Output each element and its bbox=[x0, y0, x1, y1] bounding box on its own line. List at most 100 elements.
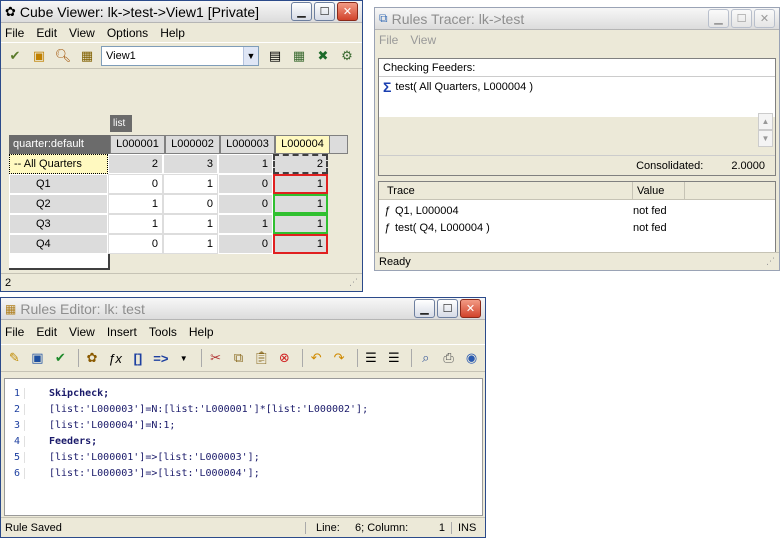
tracer-scrollbar[interactable]: ▲ ▼ bbox=[758, 113, 773, 149]
grid-cell-unfed[interactable]: 1 bbox=[273, 234, 328, 254]
close-button[interactable]: ✕ bbox=[754, 9, 775, 28]
column-header[interactable]: L000004 bbox=[275, 135, 330, 154]
indent-icon[interactable]: ☰ bbox=[362, 348, 381, 368]
menu-edit[interactable]: Edit bbox=[36, 26, 57, 40]
code-editor[interactable]: 1 Skipcheck; 2 [list:'L000003']=N:[list:… bbox=[4, 378, 483, 516]
grid-cell[interactable]: 1 bbox=[108, 214, 163, 234]
row-header[interactable]: Q1 bbox=[9, 174, 108, 194]
copy-icon[interactable]: ⧉ bbox=[229, 348, 248, 368]
code-text: Feeders; bbox=[49, 435, 98, 447]
scroll-down-icon[interactable]: ▼ bbox=[758, 130, 773, 147]
grid-cell[interactable]: 1 bbox=[163, 214, 218, 234]
grid-cell[interactable]: 0 bbox=[108, 174, 163, 194]
help-icon[interactable]: ◉ bbox=[462, 348, 481, 368]
row-header[interactable]: Q4 bbox=[9, 234, 108, 254]
maximize-button[interactable]: ☐ bbox=[437, 299, 458, 318]
check-syntax-icon[interactable]: ✔ bbox=[51, 348, 70, 368]
grid-cell[interactable]: 0 bbox=[218, 234, 273, 254]
undo-icon[interactable]: ↶ bbox=[307, 348, 326, 368]
calculator-icon[interactable]: ▤ bbox=[265, 46, 285, 66]
value-column-header[interactable]: Value bbox=[633, 182, 685, 199]
find-icon[interactable]: ⌕ bbox=[416, 348, 435, 368]
chevron-down-icon[interactable]: ▼ bbox=[174, 348, 193, 368]
view-select[interactable]: View1 ▼ bbox=[101, 45, 259, 66]
grid-cell[interactable]: 0 bbox=[108, 234, 163, 254]
resize-grip-icon[interactable]: ⋰ bbox=[349, 277, 358, 288]
grid-cell[interactable]: 0 bbox=[218, 194, 273, 214]
menu-edit[interactable]: Edit bbox=[36, 325, 57, 339]
scroll-up-icon[interactable]: ▲ bbox=[758, 113, 773, 130]
column-header[interactable]: L000001 bbox=[110, 135, 165, 154]
recalc-icon[interactable]: ✔ bbox=[5, 46, 25, 66]
grid-cell[interactable]: 3 bbox=[163, 154, 218, 174]
redo-icon[interactable]: ↷ bbox=[330, 348, 349, 368]
column-header[interactable]: L000002 bbox=[165, 135, 220, 154]
function-icon[interactable]: ƒx bbox=[106, 348, 125, 368]
menu-help[interactable]: Help bbox=[160, 26, 185, 40]
cube-viewer-titlebar[interactable]: ✿ Cube Viewer: lk->test->View1 [Private]… bbox=[1, 1, 362, 23]
grid-cell[interactable]: 2 bbox=[108, 154, 163, 174]
delete-icon[interactable]: ⊗ bbox=[275, 348, 294, 368]
excel-icon[interactable]: ✖ bbox=[313, 46, 333, 66]
maximize-button[interactable]: ☐ bbox=[314, 2, 335, 21]
rules-editor-titlebar[interactable]: ▦ Rules Editor: lk: test ▁ ☐ ✕ bbox=[1, 298, 485, 320]
row-header[interactable]: -- All Quarters bbox=[9, 154, 108, 174]
print-icon[interactable]: ⎙ bbox=[439, 348, 458, 368]
brackets-icon[interactable]: [] bbox=[128, 348, 147, 368]
grid-cell[interactable]: 1 bbox=[218, 214, 273, 234]
arrow-icon[interactable]: => bbox=[151, 348, 170, 368]
rules-tracer-titlebar[interactable]: ⧉ Rules Tracer: lk->test ▁ ☐ ✕ bbox=[375, 8, 779, 30]
menu-options[interactable]: Options bbox=[107, 26, 148, 40]
row-header[interactable]: Q3 bbox=[9, 214, 108, 234]
grid-cell[interactable]: 1 bbox=[218, 154, 273, 174]
menu-help[interactable]: Help bbox=[189, 325, 214, 339]
menu-file[interactable]: File bbox=[5, 325, 24, 339]
grid-cell-unfed[interactable]: 1 bbox=[273, 174, 328, 194]
menu-file[interactable]: File bbox=[5, 26, 24, 40]
maximize-button[interactable]: ☐ bbox=[731, 9, 752, 28]
grid-cell-fed[interactable]: 1 bbox=[273, 214, 328, 234]
column-header[interactable]: L000003 bbox=[220, 135, 275, 154]
cube-icon[interactable]: ✿ bbox=[83, 348, 102, 368]
menu-view[interactable]: View bbox=[410, 33, 436, 47]
resize-grip-icon[interactable]: ⋰ bbox=[766, 256, 775, 267]
menu-file[interactable]: File bbox=[379, 33, 398, 47]
paste-icon[interactable]: 📋︎ bbox=[252, 348, 271, 368]
outdent-icon[interactable]: ☰ bbox=[384, 348, 403, 368]
close-button[interactable]: ✕ bbox=[337, 2, 358, 21]
chevron-down-icon[interactable]: ▼ bbox=[243, 46, 258, 65]
save-view-icon[interactable]: ▣ bbox=[29, 46, 49, 66]
grid-cell[interactable]: 1 bbox=[163, 174, 218, 194]
list-item[interactable]: ƒ test( Q4, L000004 ) not fed bbox=[379, 219, 775, 236]
minimize-button[interactable]: ▁ bbox=[708, 9, 729, 28]
grid-cell[interactable]: 0 bbox=[218, 174, 273, 194]
trace-column-header[interactable]: Trace bbox=[379, 182, 633, 199]
table-icon[interactable]: ▦ bbox=[289, 46, 309, 66]
checking-item[interactable]: test( All Quarters, L000004 ) bbox=[395, 79, 533, 95]
tracer-icon: ⧉ bbox=[379, 11, 388, 25]
consolidated-label: Consolidated: bbox=[636, 159, 704, 172]
save-icon[interactable]: ▣ bbox=[28, 348, 47, 368]
grid-cell[interactable]: 0 bbox=[163, 194, 218, 214]
grid-cell-selected[interactable]: 2 bbox=[273, 154, 328, 174]
cut-icon[interactable]: ✂ bbox=[206, 348, 225, 368]
list-item[interactable]: ƒ Q1, L000004 not fed bbox=[379, 202, 775, 219]
minimize-button[interactable]: ▁ bbox=[414, 299, 435, 318]
menu-tools[interactable]: Tools bbox=[149, 325, 177, 339]
grid-cell[interactable]: 1 bbox=[108, 194, 163, 214]
options-icon[interactable]: ⚙ bbox=[337, 46, 357, 66]
column-dimension-tab[interactable]: list bbox=[110, 115, 132, 132]
menu-insert[interactable]: Insert bbox=[107, 325, 137, 339]
close-button[interactable]: ✕ bbox=[460, 299, 481, 318]
row-header[interactable]: Q2 bbox=[9, 194, 108, 214]
menu-view[interactable]: View bbox=[69, 26, 95, 40]
menu-view[interactable]: View bbox=[69, 325, 95, 339]
row-dimension-header[interactable]: quarter:default bbox=[9, 135, 110, 154]
search-icon[interactable]: 🔍︎ bbox=[53, 46, 73, 66]
open-icon[interactable]: ✎ bbox=[5, 348, 24, 368]
grid-cell-fed[interactable]: 1 bbox=[273, 194, 328, 214]
rules-tracer-statusbar: Ready ⋰ bbox=[375, 252, 779, 270]
line-number: 5 bbox=[5, 451, 25, 463]
minimize-button[interactable]: ▁ bbox=[291, 2, 312, 21]
grid-cell[interactable]: 1 bbox=[163, 234, 218, 254]
